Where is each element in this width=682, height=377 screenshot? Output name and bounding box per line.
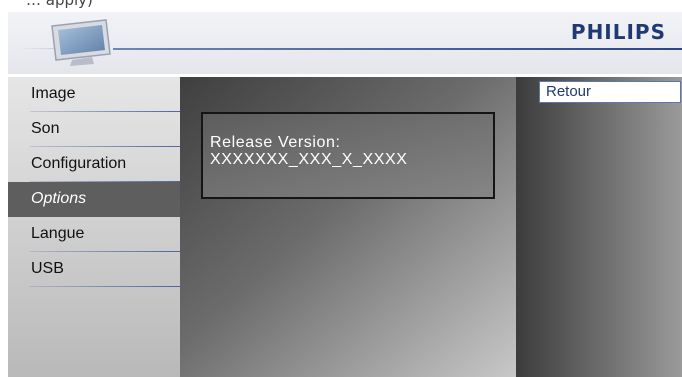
menu-item-options[interactable]: Options [8, 182, 180, 217]
tv-icon [51, 19, 111, 66]
header-divider [113, 48, 682, 50]
menu-item-son[interactable]: Son [8, 112, 180, 147]
main-area: Image Son Configuration Options Langue U… [8, 77, 682, 377]
content-pane: Release Version: XXXXXXX_XXX_X_XXXX [180, 77, 516, 377]
options-menu: Image Son Configuration Options Langue U… [8, 77, 180, 377]
action-panel: Retour [516, 77, 682, 377]
release-version-value: XXXXXXX_XXX_X_XXXX [210, 151, 408, 168]
top-cut-text: … apply) [0, 0, 682, 12]
menu-item-image[interactable]: Image [8, 77, 180, 112]
header-bar: PHILIPS [8, 12, 682, 74]
menu-item-langue[interactable]: Langue [8, 217, 180, 252]
release-version-label: Release Version: [210, 134, 341, 151]
top-cut-label: … apply) [26, 0, 93, 9]
philips-logo: PHILIPS [570, 20, 666, 44]
return-button[interactable]: Retour [539, 81, 681, 103]
release-info-box: Release Version: XXXXXXX_XXX_X_XXXX [201, 112, 495, 199]
menu-item-usb[interactable]: USB [8, 252, 180, 287]
menu-item-configuration[interactable]: Configuration [8, 147, 180, 182]
